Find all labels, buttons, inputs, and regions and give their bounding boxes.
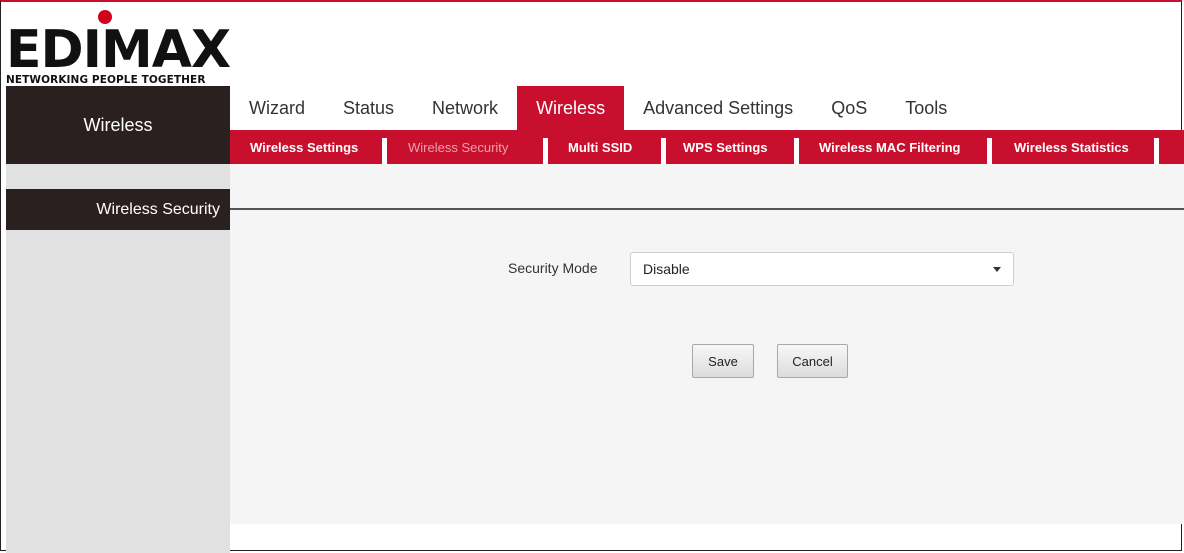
sub-navigation: Wireless Settings Wireless Security Mult… bbox=[230, 130, 1184, 164]
logo-wordmark: EDIMAX bbox=[6, 20, 231, 80]
subtab-wireless-security[interactable]: Wireless Security bbox=[408, 130, 508, 164]
edimax-logo: EDIMAX NETWORKING PEOPLE TOGETHER bbox=[6, 10, 236, 88]
cancel-button[interactable]: Cancel bbox=[777, 344, 848, 378]
content-divider bbox=[230, 208, 1184, 210]
top-navigation: Wizard Status Network Wireless Advanced … bbox=[230, 86, 966, 130]
subtab-wps-settings[interactable]: WPS Settings bbox=[683, 130, 768, 164]
subnav-separator bbox=[661, 138, 666, 164]
tab-advanced-settings[interactable]: Advanced Settings bbox=[624, 86, 812, 130]
chevron-down-icon bbox=[993, 267, 1001, 272]
security-mode-value: Disable bbox=[643, 261, 690, 277]
subtab-wireless-settings[interactable]: Wireless Settings bbox=[250, 130, 358, 164]
subtab-multi-ssid[interactable]: Multi SSID bbox=[568, 130, 632, 164]
logo-tagline: NETWORKING PEOPLE TOGETHER bbox=[6, 74, 206, 86]
save-button[interactable]: Save bbox=[692, 344, 754, 378]
subnav-separator bbox=[382, 138, 387, 164]
sidebar-section-title: Wireless bbox=[6, 86, 230, 164]
subtab-wireless-statistics[interactable]: Wireless Statistics bbox=[1014, 130, 1129, 164]
tab-status[interactable]: Status bbox=[324, 86, 413, 130]
subnav-separator bbox=[543, 138, 548, 164]
tab-network[interactable]: Network bbox=[413, 86, 517, 130]
logo-red-dot-icon bbox=[98, 10, 112, 24]
subnav-separator bbox=[1154, 138, 1159, 164]
subnav-separator bbox=[794, 138, 799, 164]
subtab-wireless-mac-filtering[interactable]: Wireless MAC Filtering bbox=[819, 130, 960, 164]
tab-qos[interactable]: QoS bbox=[812, 86, 886, 130]
security-mode-select[interactable]: Disable bbox=[630, 252, 1014, 286]
tab-tools[interactable]: Tools bbox=[886, 86, 966, 130]
security-mode-label: Security Mode bbox=[508, 260, 598, 276]
tab-wireless[interactable]: Wireless bbox=[517, 86, 625, 130]
subnav-separator bbox=[987, 138, 992, 164]
tab-wizard[interactable]: Wizard bbox=[230, 86, 324, 130]
sidebar-item-wireless-security[interactable]: Wireless Security bbox=[6, 189, 230, 230]
